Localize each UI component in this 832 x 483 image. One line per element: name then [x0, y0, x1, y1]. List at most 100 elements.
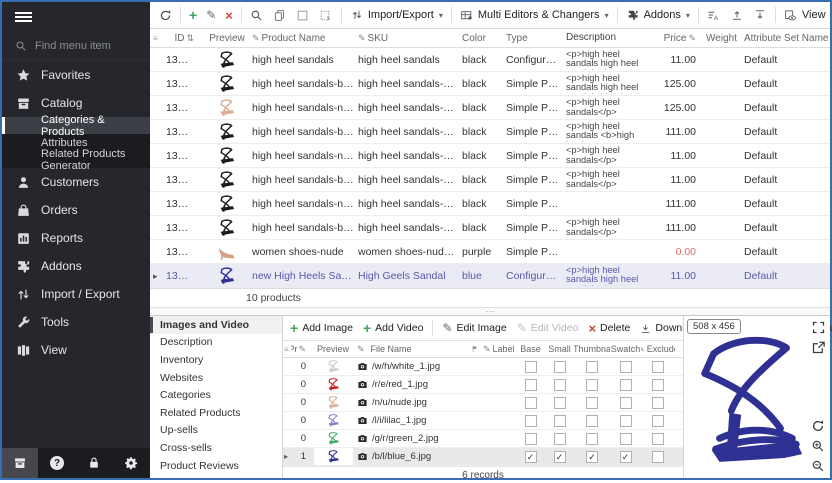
- sidebar-search[interactable]: Find menu item: [2, 32, 150, 61]
- settings-button[interactable]: [113, 448, 149, 478]
- refresh-button[interactable]: [155, 6, 175, 24]
- image-row[interactable]: 0 /n/u/nude.jpg: [283, 394, 683, 412]
- exclude-checkbox[interactable]: [652, 433, 664, 445]
- delete-image-button[interactable]: ×Delete: [585, 320, 633, 337]
- column-header-thumbnail[interactable]: Thumbna: [574, 344, 610, 354]
- column-header-description[interactable]: Description: [562, 33, 654, 43]
- base-checkbox[interactable]: [525, 433, 537, 445]
- detail-tab[interactable]: Categories: [150, 386, 282, 404]
- table-row[interactable]: 13737 high heel sandals-nude-36 high hee…: [150, 144, 830, 168]
- column-header-sku[interactable]: ✎SKU: [354, 33, 458, 44]
- column-header-preview[interactable]: Preview: [311, 344, 355, 354]
- help-button[interactable]: ?: [39, 448, 75, 478]
- detail-tab[interactable]: Images and Video: [150, 316, 282, 334]
- column-header-small[interactable]: Small: [545, 344, 574, 354]
- thumbnail-checkbox[interactable]: [586, 361, 598, 373]
- detail-tab[interactable]: Up-sells: [150, 422, 282, 440]
- sidebar-item[interactable]: Orders: [2, 196, 150, 224]
- table-row[interactable]: 13732 high heel sandals-black high heel …: [150, 72, 830, 96]
- sort-ascending-button[interactable]: [727, 6, 747, 24]
- exclude-checkbox[interactable]: [652, 397, 664, 409]
- base-checkbox[interactable]: ✓: [525, 451, 537, 463]
- column-header-label[interactable]: ✎Label: [480, 344, 516, 355]
- swatch-checkbox[interactable]: [620, 397, 632, 409]
- addons-dropdown[interactable]: Addons▾: [623, 6, 693, 24]
- sidebar-subitem[interactable]: Related Products Generator: [2, 151, 150, 168]
- detail-tab[interactable]: Websites: [150, 369, 282, 387]
- table-row[interactable]: 13731 high heel sandals high heel sandal…: [150, 48, 830, 72]
- sidebar-subitem[interactable]: Categories & Products: [2, 117, 150, 134]
- rotate-icon[interactable]: [811, 419, 826, 434]
- detail-tab[interactable]: Cross-sells: [150, 439, 282, 457]
- import-export-dropdown[interactable]: Import/Export▾: [347, 6, 446, 24]
- swatch-checkbox[interactable]: ✓: [620, 451, 632, 463]
- sidebar-item[interactable]: Tools: [2, 308, 150, 336]
- column-header-swatch[interactable]: Swatch: [610, 344, 641, 354]
- detail-tab[interactable]: Related Products: [150, 404, 282, 422]
- sort-az-button[interactable]: [704, 6, 724, 24]
- exclude-checkbox[interactable]: [652, 361, 664, 373]
- sort-descending-button[interactable]: [750, 6, 770, 24]
- thumbnail-checkbox[interactable]: [586, 379, 598, 391]
- swatch-checkbox[interactable]: [620, 433, 632, 445]
- column-header-exclude[interactable]: ✎Exclude: [641, 344, 675, 355]
- edit-video-button[interactable]: ✎Edit Video: [514, 320, 582, 336]
- thumbnail-checkbox[interactable]: [586, 433, 598, 445]
- delete-product-button[interactable]: ×: [222, 7, 236, 24]
- small-checkbox[interactable]: [554, 433, 566, 445]
- small-checkbox[interactable]: ✓: [554, 451, 566, 463]
- column-header-attribute-set[interactable]: Attribute Set Name: [740, 33, 830, 44]
- detail-tab[interactable]: Product Reviews: [150, 457, 282, 475]
- column-header-id[interactable]: ID⇅: [162, 33, 202, 44]
- edit-product-button[interactable]: ✎: [203, 7, 219, 23]
- column-header-color[interactable]: Color: [458, 33, 502, 44]
- thumbnail-checkbox[interactable]: [586, 397, 598, 409]
- base-checkbox[interactable]: [525, 415, 537, 427]
- hamburger-menu-button[interactable]: [2, 2, 150, 32]
- swatch-checkbox[interactable]: [620, 361, 632, 373]
- paste-special-button[interactable]: [316, 6, 336, 24]
- image-row[interactable]: 0 /w/h/white_1.jpg: [283, 358, 683, 376]
- table-row[interactable]: 13738 high heel sandals-black-37 high he…: [150, 168, 830, 192]
- column-header-position[interactable]: Pr✎: [291, 344, 311, 355]
- small-checkbox[interactable]: [554, 415, 566, 427]
- small-checkbox[interactable]: [554, 379, 566, 391]
- image-row[interactable]: 0 /r/e/red_1.jpg: [283, 376, 683, 394]
- detail-tab[interactable]: Description: [150, 334, 282, 352]
- column-header-product-name[interactable]: ✎Product Name: [248, 33, 354, 44]
- select-button[interactable]: [293, 6, 313, 24]
- image-row[interactable]: 0 /g/r/green_2.jpg: [283, 430, 683, 448]
- add-video-button[interactable]: +Add Video: [360, 319, 426, 337]
- sidebar-item[interactable]: Reports: [2, 224, 150, 252]
- sidebar-item[interactable]: Favorites: [2, 61, 150, 89]
- sidebar-item[interactable]: Addons: [2, 252, 150, 280]
- exclude-checkbox[interactable]: [652, 415, 664, 427]
- search-button[interactable]: [247, 6, 267, 24]
- small-checkbox[interactable]: [554, 361, 566, 373]
- zoom-in-icon[interactable]: [811, 439, 826, 454]
- column-header-type[interactable]: Type: [502, 33, 562, 44]
- column-header-file-name[interactable]: ✎File Name: [355, 344, 470, 355]
- multi-editors-dropdown[interactable]: Multi Editors & Changers▾: [457, 6, 612, 24]
- add-image-button[interactable]: +Add Image: [287, 319, 356, 337]
- small-checkbox[interactable]: [554, 397, 566, 409]
- base-checkbox[interactable]: [525, 361, 537, 373]
- sidebar-item[interactable]: Customers: [2, 168, 150, 196]
- sidebar-item[interactable]: Import / Export: [2, 280, 150, 308]
- sidebar-item[interactable]: View: [2, 336, 150, 364]
- thumbnail-checkbox[interactable]: [586, 415, 598, 427]
- fullscreen-button[interactable]: [811, 320, 826, 335]
- table-row[interactable]: 13739 high heel sandals-nude-37 high hee…: [150, 192, 830, 216]
- edit-image-button[interactable]: ✎Edit Image: [439, 320, 509, 336]
- column-header-base[interactable]: Base: [516, 344, 545, 354]
- table-row[interactable]: 13817 women shoes-nude women shoes-nude-…: [150, 240, 830, 264]
- column-header-weight[interactable]: Weight: [702, 33, 740, 44]
- open-external-button[interactable]: [811, 340, 826, 355]
- table-row[interactable]: 13733 high heel sandals-nude high heel s…: [150, 96, 830, 120]
- thumbnail-checkbox[interactable]: ✓: [586, 451, 598, 463]
- table-row[interactable]: 13736 high heel sandals-black-36 high he…: [150, 120, 830, 144]
- table-row[interactable]: 13931 new High Heels Sandals High Geels …: [150, 264, 830, 288]
- zoom-out-icon[interactable]: [811, 459, 826, 474]
- view-dropdown[interactable]: View▾: [781, 6, 832, 24]
- image-row[interactable]: 0 /l/i/lilac_1.jpg: [283, 412, 683, 430]
